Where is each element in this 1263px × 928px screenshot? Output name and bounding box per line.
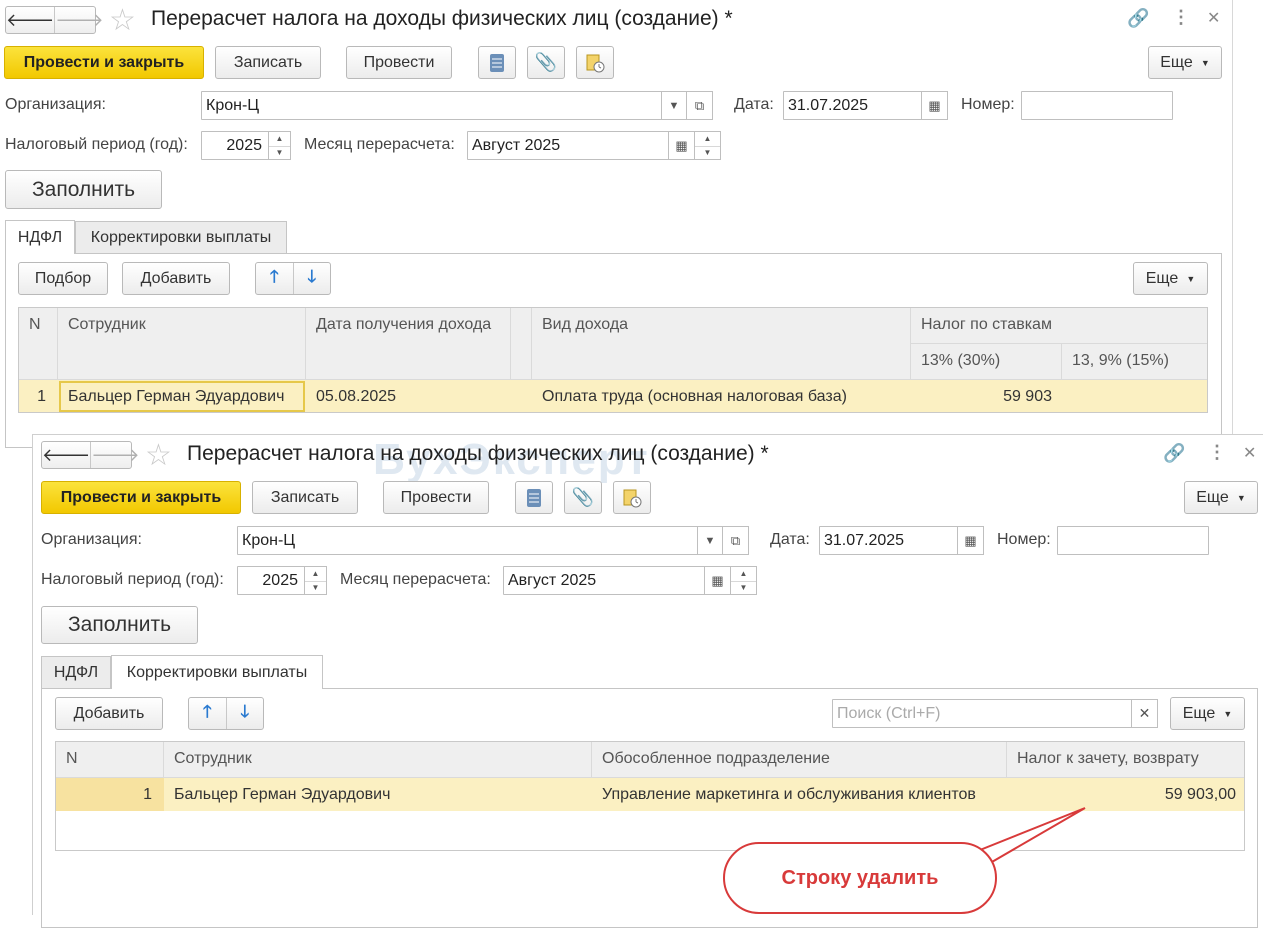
callout-bubble: Строку удалить [723, 842, 997, 914]
callout-pointer [954, 807, 1086, 867]
callout-text: Строку удалить [781, 866, 939, 889]
